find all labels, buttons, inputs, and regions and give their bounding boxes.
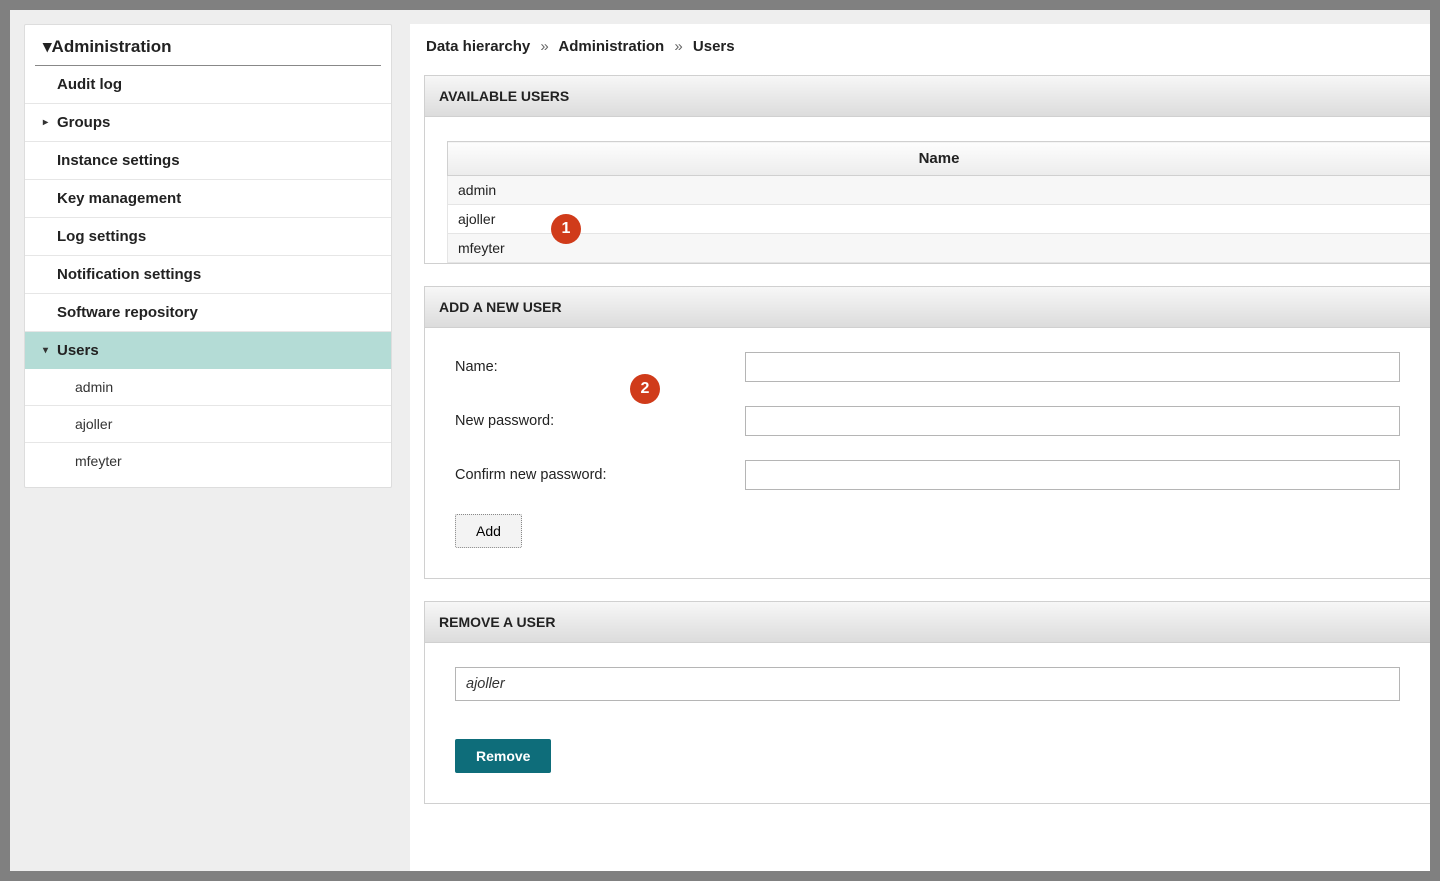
remove-user-select[interactable] [455, 667, 1400, 701]
panel-body: Name admin ajoller mfeyter [425, 117, 1430, 263]
password-label: New password: [455, 413, 745, 429]
table-row[interactable]: ajoller [448, 205, 1431, 234]
sidebar-item-groups[interactable]: ▸Groups [25, 104, 391, 141]
sidebar-nav: Audit log ▸Groups Instance settings Key … [25, 66, 391, 479]
table-row[interactable]: admin [448, 176, 1431, 205]
add-button[interactable]: Add [455, 514, 522, 548]
sidebar-item-log-settings[interactable]: Log settings [25, 218, 391, 255]
breadcrumb-sep-icon: » [540, 38, 548, 55]
breadcrumb-sep-icon: » [674, 38, 682, 55]
sidebar-item-notification-settings[interactable]: Notification settings [25, 256, 391, 293]
main-scroll[interactable]: AVAILABLE USERS Name admin ajoller mfeyt… [424, 75, 1430, 871]
add-user-panel: ADD A NEW USER Name: New password: Confi… [424, 286, 1430, 579]
app-root: ▾ Administration Audit log ▸Groups Insta… [10, 10, 1430, 871]
name-input[interactable] [745, 352, 1400, 382]
sidebar-title: Administration [52, 37, 172, 57]
confirm-password-label: Confirm new password: [455, 467, 745, 483]
main-content: Data hierarchy » Administration » Users … [410, 24, 1430, 871]
panel-body: Remove [425, 643, 1430, 803]
breadcrumb-part[interactable]: Users [693, 38, 735, 55]
available-users-panel: AVAILABLE USERS Name admin ajoller mfeyt… [424, 75, 1430, 264]
panel-header: REMOVE A USER [425, 602, 1430, 643]
annotation-step-1: 1 [551, 214, 581, 244]
sidebar-item-instance-settings[interactable]: Instance settings [25, 142, 391, 179]
table-column-name[interactable]: Name [448, 142, 1431, 176]
breadcrumb-part[interactable]: Data hierarchy [426, 38, 530, 55]
annotation-step-2: 2 [630, 374, 660, 404]
table-row[interactable]: mfeyter [448, 234, 1431, 263]
sidebar: ▾ Administration Audit log ▸Groups Insta… [24, 24, 392, 488]
sidebar-item-key-management[interactable]: Key management [25, 180, 391, 217]
sidebar-user-item[interactable]: ajoller [25, 406, 391, 442]
chevron-down-icon: ▾ [43, 37, 52, 57]
panel-header: AVAILABLE USERS [425, 76, 1430, 117]
chevron-down-icon: ▾ [43, 345, 53, 356]
password-input[interactable] [745, 406, 1400, 436]
sidebar-title-row[interactable]: ▾ Administration [35, 25, 381, 66]
form-row-name: Name: [455, 352, 1400, 382]
sidebar-item-software-repository[interactable]: Software repository [25, 294, 391, 331]
form-row-password: New password: [455, 406, 1400, 436]
confirm-password-input[interactable] [745, 460, 1400, 490]
sidebar-user-item[interactable]: admin [25, 369, 391, 405]
panel-body: Name: New password: Confirm new password… [425, 328, 1430, 578]
form-row-confirm: Confirm new password: [455, 460, 1400, 490]
remove-user-panel: REMOVE A USER Remove [424, 601, 1430, 804]
remove-button[interactable]: Remove [455, 739, 551, 773]
breadcrumb-part[interactable]: Administration [558, 38, 664, 55]
chevron-right-icon: ▸ [43, 117, 53, 128]
breadcrumb: Data hierarchy » Administration » Users [424, 38, 1430, 55]
sidebar-users-sublist: admin ajoller mfeyter [25, 369, 391, 479]
sidebar-item-users[interactable]: ▾Users [25, 332, 391, 369]
name-label: Name: [455, 359, 745, 375]
panel-header: ADD A NEW USER [425, 287, 1430, 328]
available-users-table: Name admin ajoller mfeyter [447, 141, 1430, 263]
sidebar-item-audit-log[interactable]: Audit log [25, 66, 391, 103]
sidebar-user-item[interactable]: mfeyter [25, 443, 391, 479]
